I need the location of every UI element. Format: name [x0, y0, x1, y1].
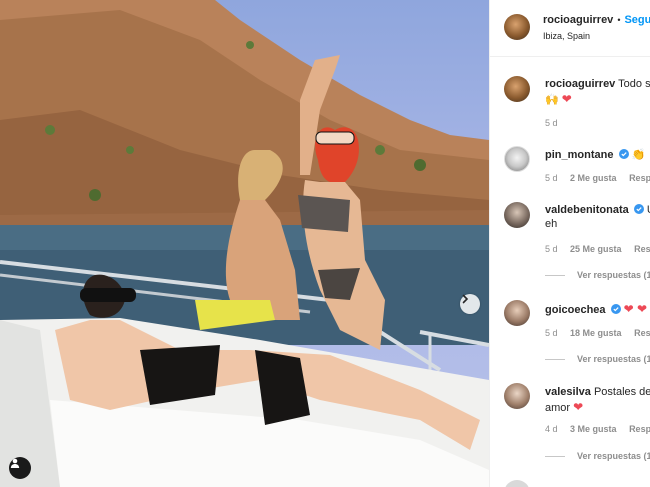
reply-button[interactable]: Resp: [629, 173, 650, 183]
comment-text: 👏: [631, 149, 646, 161]
comment-username[interactable]: rocioaguirrev: [545, 78, 615, 90]
replies-divider: [545, 358, 565, 360]
avatar[interactable]: [504, 146, 530, 172]
follow-button[interactable]: Segu: [624, 14, 650, 26]
verified-badge-icon: [610, 304, 621, 314]
post-photo[interactable]: [0, 0, 489, 487]
comment-username[interactable]: goicoechea: [545, 304, 606, 316]
comment-text: Todo s: [618, 78, 650, 90]
comment-text-line2: amor: [545, 402, 571, 414]
reply-button[interactable]: Resp: [629, 424, 650, 434]
comment-text-line2: eh: [545, 218, 558, 230]
comment-likes[interactable]: 2 Me gusta: [570, 173, 617, 183]
next-photo-button[interactable]: [460, 294, 480, 314]
post-side-panel: rocioaguirrev • Segu Ibiza, Spain rocioa…: [489, 0, 650, 487]
avatar[interactable]: [504, 76, 530, 102]
comment-time[interactable]: 5 d: [545, 244, 558, 254]
avatar[interactable]: [504, 202, 530, 228]
comment-username[interactable]: valdebenitonata: [545, 204, 629, 216]
post-header: rocioaguirrev • Segu Ibiza, Spain: [490, 0, 650, 57]
verified-badge-icon: [618, 149, 629, 159]
avatar[interactable]: [504, 480, 530, 487]
comment-time[interactable]: 4 d: [545, 424, 558, 434]
comment-time[interactable]: 5 d: [545, 328, 558, 338]
comment-username[interactable]: valesilva: [545, 386, 591, 398]
view-replies-button[interactable]: Ver respuestas (1): [545, 354, 650, 364]
comment-likes[interactable]: 3 Me gusta: [570, 424, 617, 434]
post-owner-username[interactable]: rocioaguirrev: [543, 14, 613, 26]
reply-button[interactable]: Resp: [634, 328, 650, 338]
replies-divider: [545, 455, 565, 457]
avatar[interactable]: [504, 14, 530, 40]
comment-text-line2: 🙌: [545, 94, 559, 106]
view-replies-label: Ver respuestas (1): [577, 270, 650, 280]
comment-likes[interactable]: 18 Me gusta: [570, 328, 622, 338]
comment-time[interactable]: 5 d: [545, 173, 558, 183]
comment-likes[interactable]: 25 Me gusta: [570, 244, 622, 254]
comment-username[interactable]: pin_montane: [545, 149, 613, 161]
comment-text: ❤ ❤: [623, 302, 648, 316]
user-tag-button[interactable]: [9, 457, 31, 479]
heart-emoji: ❤: [561, 92, 572, 106]
view-replies-label: Ver respuestas (1): [577, 451, 650, 461]
photo-illustration: [0, 0, 489, 487]
avatar[interactable]: [504, 300, 530, 326]
post-location[interactable]: Ibiza, Spain: [543, 31, 590, 41]
heart-emoji: ❤: [573, 400, 584, 414]
chevron-right-icon: [462, 294, 469, 304]
comment-text: Postales de: [593, 386, 650, 398]
separator-dot: •: [617, 15, 621, 25]
reply-button[interactable]: Resp: [634, 244, 650, 254]
avatar[interactable]: [504, 383, 530, 409]
verified-badge-icon: [633, 204, 644, 214]
comment-time[interactable]: 5 d: [545, 118, 558, 128]
view-replies-button[interactable]: Ver respuestas (1): [545, 270, 650, 280]
view-replies-button[interactable]: Ver respuestas (1): [545, 451, 650, 461]
view-replies-label: Ver respuestas (1): [577, 354, 650, 364]
user-tag-icon: [10, 458, 20, 468]
replies-divider: [545, 274, 565, 276]
